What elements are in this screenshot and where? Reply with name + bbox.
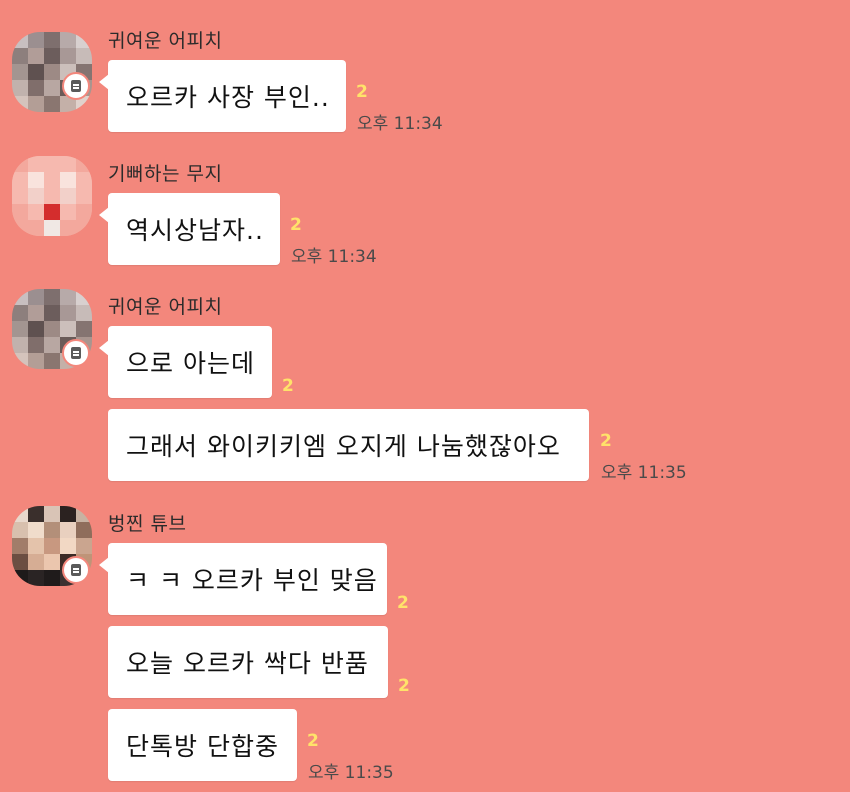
unread-count: 2 — [307, 731, 319, 751]
sender-name: 벙찐 튜브 — [108, 513, 187, 535]
message-bubble[interactable]: 으로 아는데 — [99, 326, 272, 398]
unread-count: 2 — [600, 431, 612, 451]
sender-name: 귀여운 어피치 — [108, 296, 223, 318]
unread-count: 2 — [398, 676, 410, 696]
message-time: 오후 11:34 — [357, 114, 443, 134]
sender-avatar[interactable] — [12, 156, 92, 236]
unread-count: 2 — [397, 593, 409, 613]
talk-profile-badge-icon — [62, 339, 90, 367]
message-bubble[interactable]: 오늘 오르카 싹다 반품 — [108, 626, 388, 698]
unread-count: 2 — [282, 376, 294, 396]
unread-count: 2 — [356, 82, 368, 102]
unread-count: 2 — [290, 215, 302, 235]
message-bubble[interactable]: ㅋ ㅋ 오르카 부인 맞음 — [99, 543, 387, 615]
sender-name: 기뻐하는 무지 — [108, 163, 223, 185]
message-bubble[interactable]: 단톡방 단합중 — [108, 709, 297, 781]
talk-profile-badge-icon — [62, 556, 90, 584]
message-time: 오후 11:34 — [291, 247, 377, 267]
message-bubble[interactable]: 그래서 와이키키엠 오지게 나눔했잖아오 — [108, 409, 589, 481]
message-time: 오후 11:35 — [601, 463, 687, 483]
talk-profile-badge-icon — [62, 72, 90, 100]
sender-name: 귀여운 어피치 — [108, 30, 223, 52]
message-bubble[interactable]: 오르카 사장 부인.. — [99, 60, 346, 132]
message-bubble[interactable]: 역시상남자.. — [99, 193, 280, 265]
message-time: 오후 11:35 — [308, 763, 394, 783]
